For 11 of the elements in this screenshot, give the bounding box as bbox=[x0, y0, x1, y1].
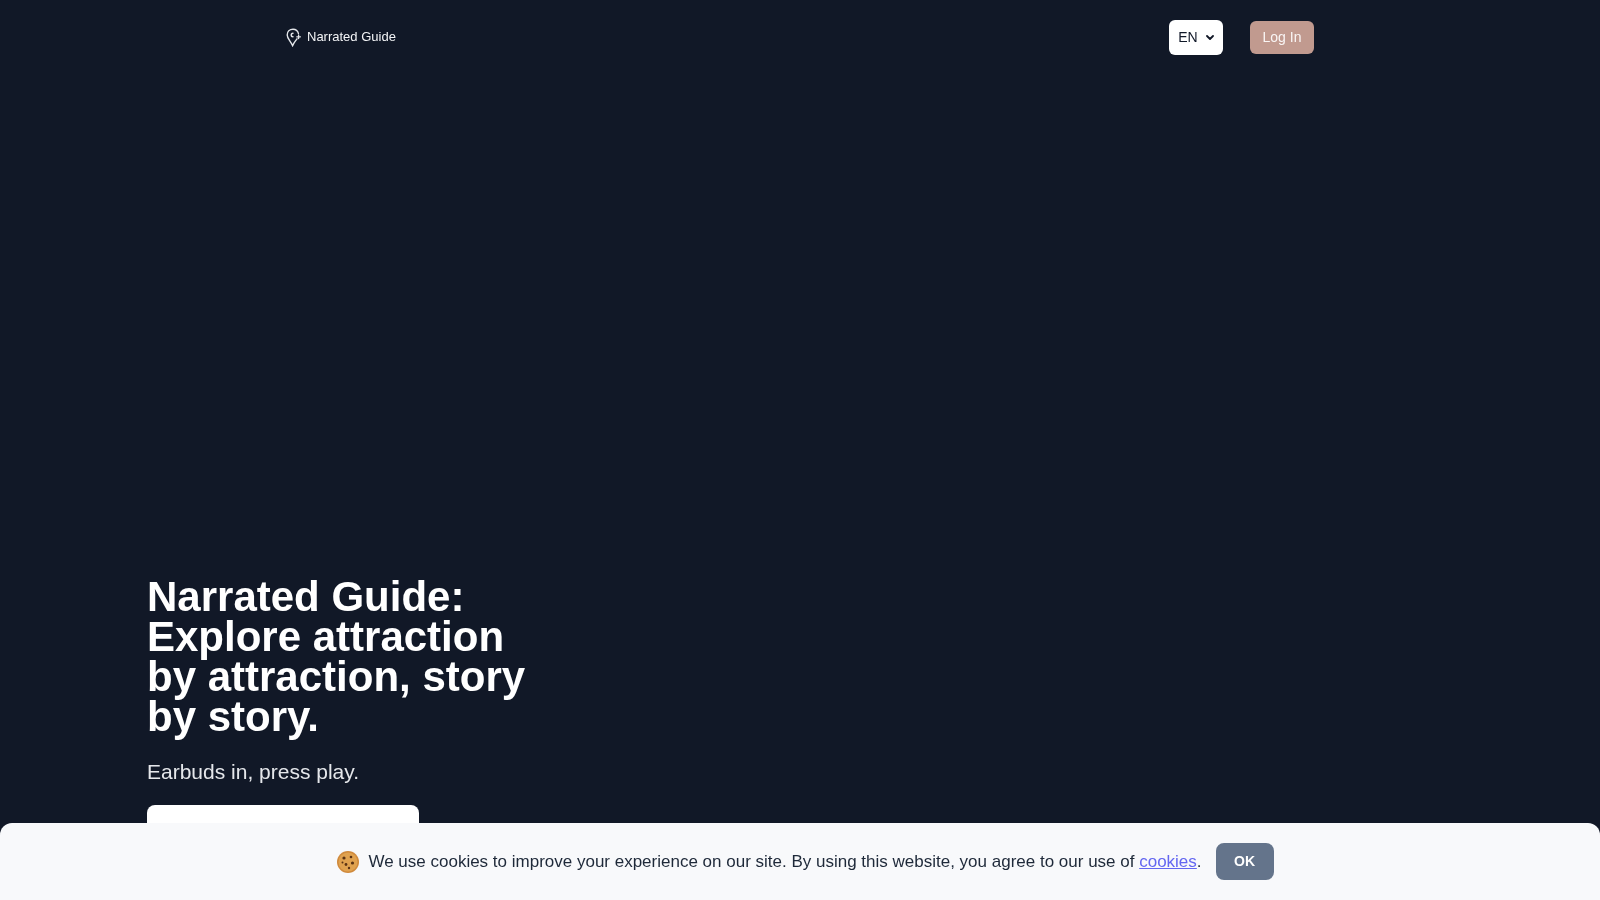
cookies-link[interactable]: cookies bbox=[1139, 851, 1197, 871]
hero-subtitle: Earbuds in, press play. bbox=[147, 759, 360, 785]
language-select[interactable]: EN bbox=[1169, 19, 1223, 55]
cookie-message: We use cookies to improve your experience on our site. By using this website, you agree to our use of cookies. bbox=[368, 850, 1202, 873]
cookie-icon bbox=[336, 849, 361, 874]
cookie-ok-button[interactable]: OK bbox=[1215, 843, 1274, 880]
logo-text[interactable]: Narrated Guide bbox=[307, 27, 396, 47]
location-pin-icon bbox=[286, 27, 301, 47]
chevron-down-icon bbox=[1205, 34, 1214, 40]
hero-button[interactable] bbox=[147, 804, 419, 825]
login-button[interactable]: Log In bbox=[1250, 20, 1314, 54]
